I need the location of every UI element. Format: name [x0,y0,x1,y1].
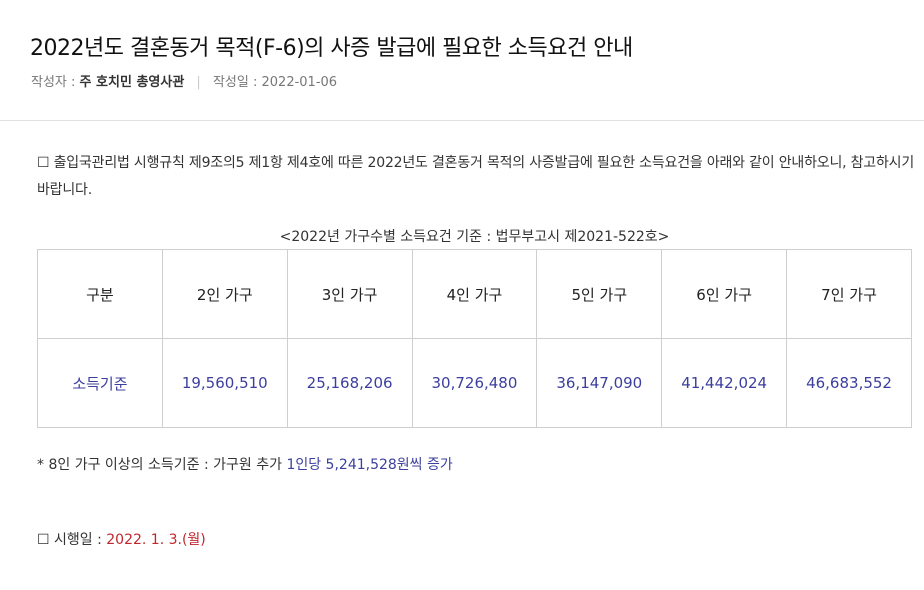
meta-divider: | [196,75,201,90]
article-meta: 작성자 : 주 호치민 총영사관 | 작성일 : 2022-01-06 [31,71,337,90]
header-cell-4-person: 4인 가구 [411,249,538,339]
header-cell-category: 구분 [37,249,163,339]
additional-member-note: * 8인 가구 이상의 소득기준 : 가구원 추가 1인당 5,241,528원… [37,454,453,474]
header-cell-6-person: 6인 가구 [661,249,788,339]
header-cell-3-person: 3인 가구 [286,249,413,339]
note-prefix: * 8인 가구 이상의 소득기준 : 가구원 추가 [37,457,282,473]
row-label-income: 소득기준 [37,338,163,428]
income-3-person: 25,168,206 [286,338,413,428]
table-caption: <2022년 가구수별 소득요건 기준 : 법무부고시 제2021-522호> [279,229,670,245]
income-5-person: 36,147,090 [536,338,663,428]
effective-date: 2022. 1. 3.(월) [106,532,206,548]
header-cell-7-person: 7인 가구 [786,249,912,339]
effective-date-line: ☐ 시행일 : 2022. 1. 3.(월) [37,529,206,549]
header-cell-5-person: 5인 가구 [536,249,663,339]
income-requirement-table: 구분 2인 가구 3인 가구 4인 가구 5인 가구 6인 가구 7인 가구 소… [37,249,912,428]
page-title: 2022년도 결혼동거 목적(F-6)의 사증 발급에 필요한 소득요건 안내 [30,36,633,61]
author-name: 주 호치민 총영사관 [79,75,185,90]
header-cell-2-person: 2인 가구 [161,249,288,339]
effective-label: ☐ 시행일 : [37,532,102,548]
post-date: 2022-01-06 [261,75,338,90]
income-2-person: 19,560,510 [161,338,288,428]
income-6-person: 41,442,024 [661,338,788,428]
article-header: 2022년도 결혼동거 목적(F-6)의 사증 발급에 필요한 소득요건 안내 … [0,0,924,121]
article-body: ☐ 출입국관리법 시행규칙 제9조의5 제1항 제4호에 따른 2022년도 결… [37,150,917,204]
note-highlight: 1인당 5,241,528원씩 증가 [286,457,453,473]
table-header-row: 구분 2인 가구 3인 가구 4인 가구 5인 가구 6인 가구 7인 가구 [37,249,912,339]
intro-paragraph: ☐ 출입국관리법 시행규칙 제9조의5 제1항 제4호에 따른 2022년도 결… [37,155,915,198]
income-7-person: 46,683,552 [786,338,912,428]
author-label: 작성자 : [31,75,76,90]
income-4-person: 30,726,480 [411,338,538,428]
date-label: 작성일 : [212,75,258,90]
table-row: 소득기준 19,560,510 25,168,206 30,726,480 36… [37,338,912,428]
